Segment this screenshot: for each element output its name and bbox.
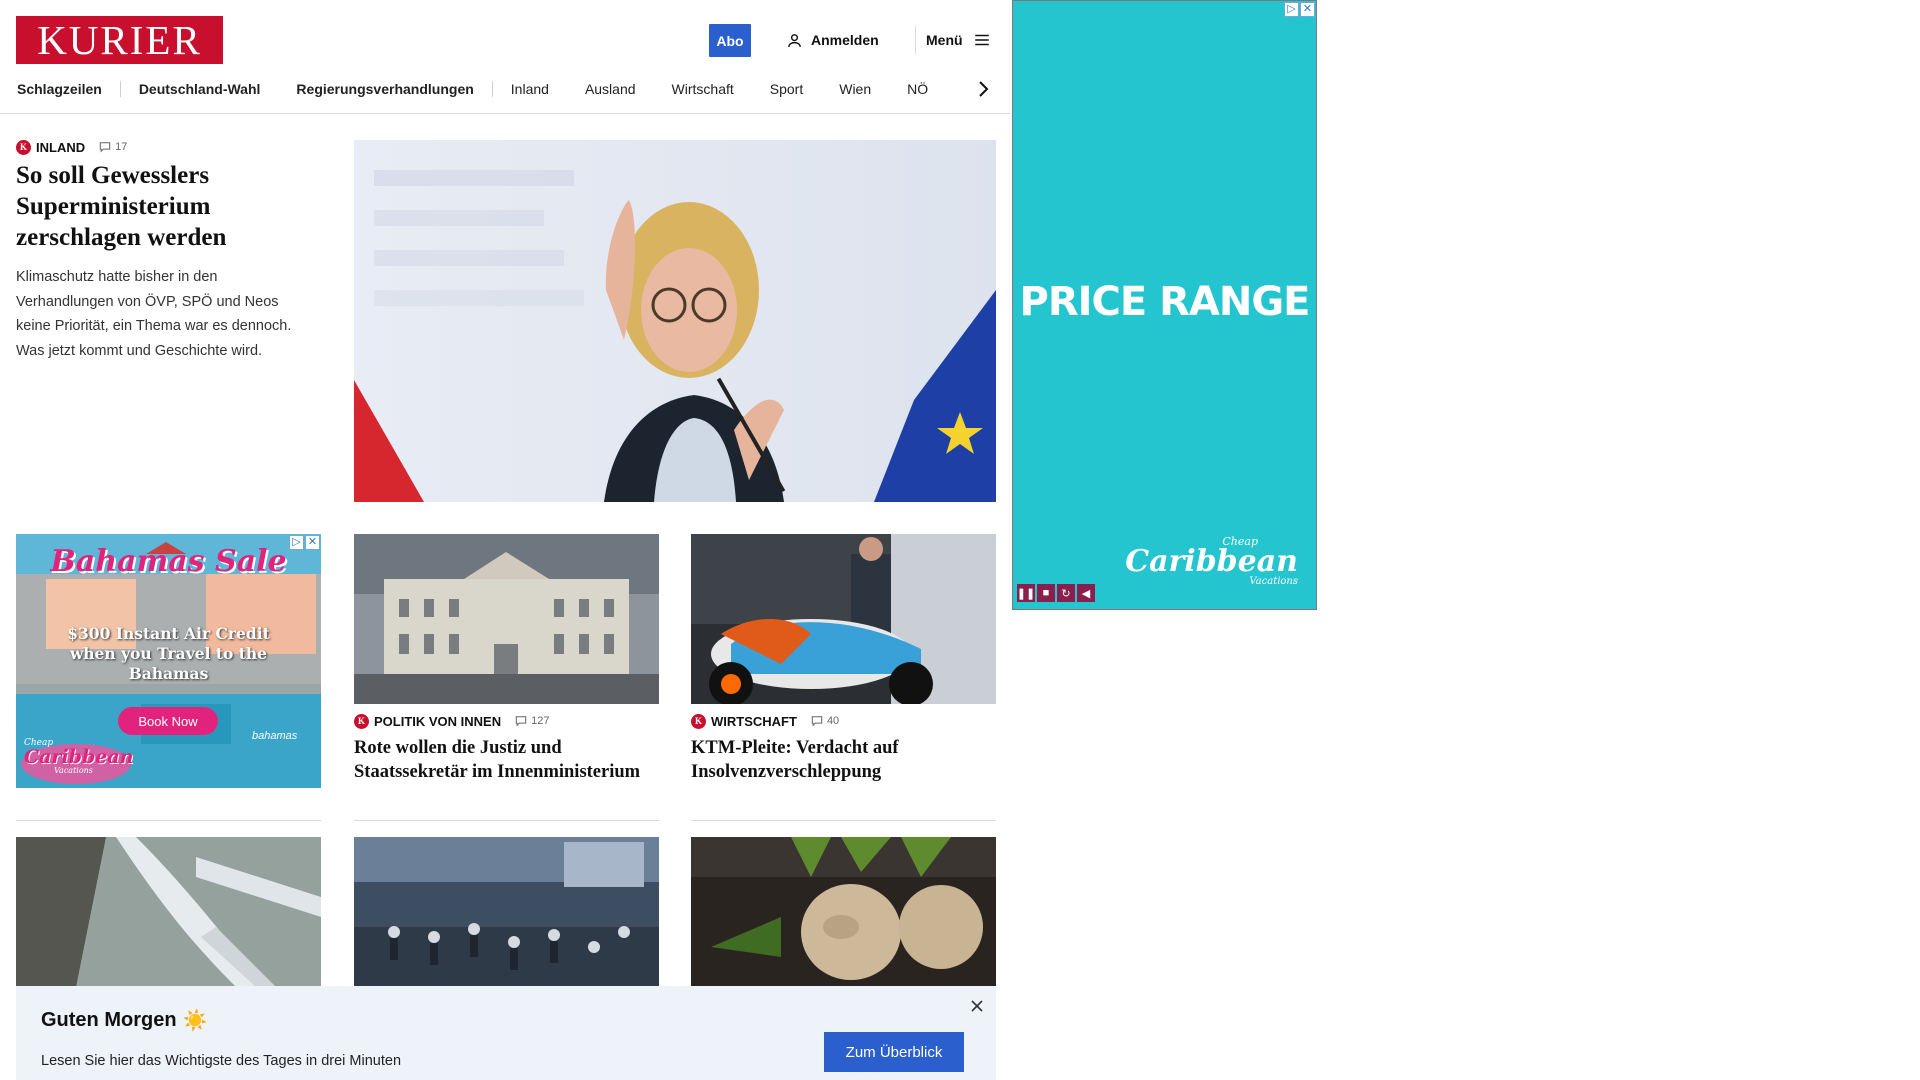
close-icon: [971, 1000, 983, 1012]
ad-close-icon[interactable]: ✕: [305, 535, 320, 550]
menu-button[interactable]: Menü: [926, 28, 991, 52]
overview-button[interactable]: Zum Überblick: [824, 1032, 964, 1072]
card-headline[interactable]: Rote wollen die Justiz und Staatssekretä…: [354, 736, 659, 784]
user-icon: [788, 33, 801, 47]
card-meta: K POLITIK VON INNEN 127: [354, 712, 659, 730]
login-link[interactable]: Anmelden: [786, 28, 879, 52]
card-comment-count: 40: [826, 715, 840, 727]
ski-jump-photo: [16, 837, 321, 987]
section-nav: Schlagzeilen Deutschland-Wahl Regierungs…: [16, 78, 946, 100]
article-thumbnail[interactable]: [691, 534, 996, 704]
nav-item-deutschland-wahl[interactable]: Deutschland-Wahl: [121, 81, 279, 97]
lead-article[interactable]: K INLAND 17 So soll Gewesslers Supermini…: [16, 138, 316, 363]
kurier-badge-icon: K: [354, 713, 369, 729]
bahamas-ad-offer: $300 Instant Air Credit when you Travel …: [67, 624, 270, 683]
sun-icon: ☀️: [182, 1010, 208, 1032]
banner-close-button[interactable]: [967, 996, 987, 1016]
celeriac-photo: [691, 837, 996, 987]
nav-item-noe[interactable]: NÖ: [889, 81, 946, 97]
card-category[interactable]: POLITIK VON INNEN: [374, 714, 501, 729]
comment-icon: [811, 716, 823, 727]
morning-briefing-banner: Guten Morgen ☀️ Lesen Sie hier das Wicht…: [16, 986, 996, 1080]
lead-photo-illustration: [354, 140, 996, 502]
replay-icon[interactable]: ↻: [1057, 584, 1075, 602]
lead-comment-count: 17: [115, 141, 128, 153]
card-divider: [354, 820, 659, 821]
caribbean-logo-sub: Vacations: [54, 766, 93, 775]
header-divider: [915, 26, 916, 54]
comment-icon: [99, 142, 111, 153]
pause-icon[interactable]: ❚❚: [1017, 584, 1035, 602]
nav-item-wirtschaft[interactable]: Wirtschaft: [654, 81, 752, 97]
chevron-right-icon: [979, 81, 989, 97]
card-divider: [691, 820, 996, 821]
kurier-badge-icon: K: [16, 139, 31, 155]
card-headline[interactable]: KTM-Pleite: Verdacht auf Insolvenzversch…: [691, 736, 996, 784]
stop-icon[interactable]: ■: [1037, 584, 1055, 602]
nav-item-ausland[interactable]: Ausland: [567, 81, 654, 97]
lead-image[interactable]: [354, 140, 996, 502]
ad-choices: ▷ ✕: [1284, 2, 1315, 17]
bahamas-ad[interactable]: Bahamas Sale $300 Instant Air Credit whe…: [16, 534, 321, 788]
adchoices-icon[interactable]: ▷: [289, 535, 304, 550]
comment-icon: [515, 716, 527, 727]
card-divider: [16, 820, 321, 821]
article-card[interactable]: K POLITIK VON INNEN 127 Rote wollen die …: [354, 534, 659, 784]
card-category[interactable]: WIRTSCHAFT: [711, 714, 797, 729]
book-now-button[interactable]: Book Now: [118, 707, 218, 735]
lead-category[interactable]: INLAND: [36, 140, 85, 155]
lead-teaser: Klimaschutz hatte bisher in den Verhandl…: [16, 269, 292, 359]
mute-icon[interactable]: ◀: [1077, 584, 1095, 602]
article-thumbnail[interactable]: [691, 837, 996, 987]
kurier-logo[interactable]: KURIER: [16, 16, 223, 64]
kurier-badge-icon: K: [691, 713, 706, 729]
article-thumbnail[interactable]: [354, 534, 659, 704]
article-thumbnail[interactable]: [354, 837, 659, 987]
site: KURIER Abo Anmelden Menü Schlagzeilen De…: [0, 0, 1010, 1080]
lead-headline[interactable]: So soll Gewesslers Superministerium zers…: [16, 160, 316, 253]
site-header: KURIER Abo Anmelden Menü Schlagzeilen De…: [0, 0, 1010, 114]
hamburger-icon: [974, 34, 989, 46]
banner-title-text: Guten Morgen: [41, 1009, 177, 1031]
video-controls: ❚❚ ■ ↻ ◀: [1017, 584, 1095, 602]
banner-text: Lesen Sie hier das Wichtigste des Tages …: [41, 1053, 402, 1069]
ad-close-icon[interactable]: ✕: [1300, 2, 1315, 17]
justice-building-photo: [354, 534, 659, 704]
ad-choices: ▷ ✕: [289, 535, 320, 550]
ktm-motorcycle-photo: [691, 534, 996, 704]
card-meta: K WIRTSCHAFT 40: [691, 712, 996, 730]
card-comment-count: 127: [531, 715, 550, 727]
adchoices-icon[interactable]: ▷: [1284, 2, 1299, 17]
card-comments[interactable]: 127: [515, 715, 549, 727]
caribbean-logo-big: Caribbean: [24, 746, 134, 768]
card-comments[interactable]: 40: [811, 715, 839, 727]
menu-label: Menü: [926, 32, 963, 48]
nav-item-wien[interactable]: Wien: [821, 81, 889, 97]
nav-item-schlagzeilen[interactable]: Schlagzeilen: [16, 81, 120, 97]
caribbean-logo: Cheap Caribbean Vacations: [24, 739, 133, 775]
article-card[interactable]: K WIRTSCHAFT 40 KTM-Pleite: Verdacht auf…: [691, 534, 996, 784]
article-thumbnail[interactable]: [16, 837, 321, 987]
bahamas-partner-logo: bahamas: [252, 730, 298, 742]
price-range-ad[interactable]: PRICE RANGE Cheap Caribbean Vacations ❚❚…: [1012, 0, 1317, 610]
nav-item-sport[interactable]: Sport: [752, 81, 821, 97]
logo-text: KURIER: [37, 16, 202, 63]
price-range-headline: PRICE RANGE: [1019, 279, 1311, 325]
airport-crowd-photo: [354, 837, 659, 987]
lead-comments[interactable]: 17: [99, 141, 127, 153]
nav-scroll-right-button[interactable]: [973, 78, 993, 100]
nav-item-inland[interactable]: Inland: [493, 81, 567, 97]
abo-button[interactable]: Abo: [709, 24, 751, 57]
caribbean-logo-big: Caribbean: [1125, 544, 1298, 579]
lead-meta: K INLAND 17: [16, 138, 316, 156]
bahamas-ad-headline: Bahamas Sale: [50, 544, 287, 579]
login-label: Anmelden: [811, 32, 879, 48]
banner-title: Guten Morgen ☀️: [41, 1008, 207, 1033]
caribbean-logo: Cheap Caribbean Vacations: [1125, 536, 1298, 587]
nav-item-regierungsverhandlungen[interactable]: Regierungsverhandlungen: [278, 81, 491, 97]
